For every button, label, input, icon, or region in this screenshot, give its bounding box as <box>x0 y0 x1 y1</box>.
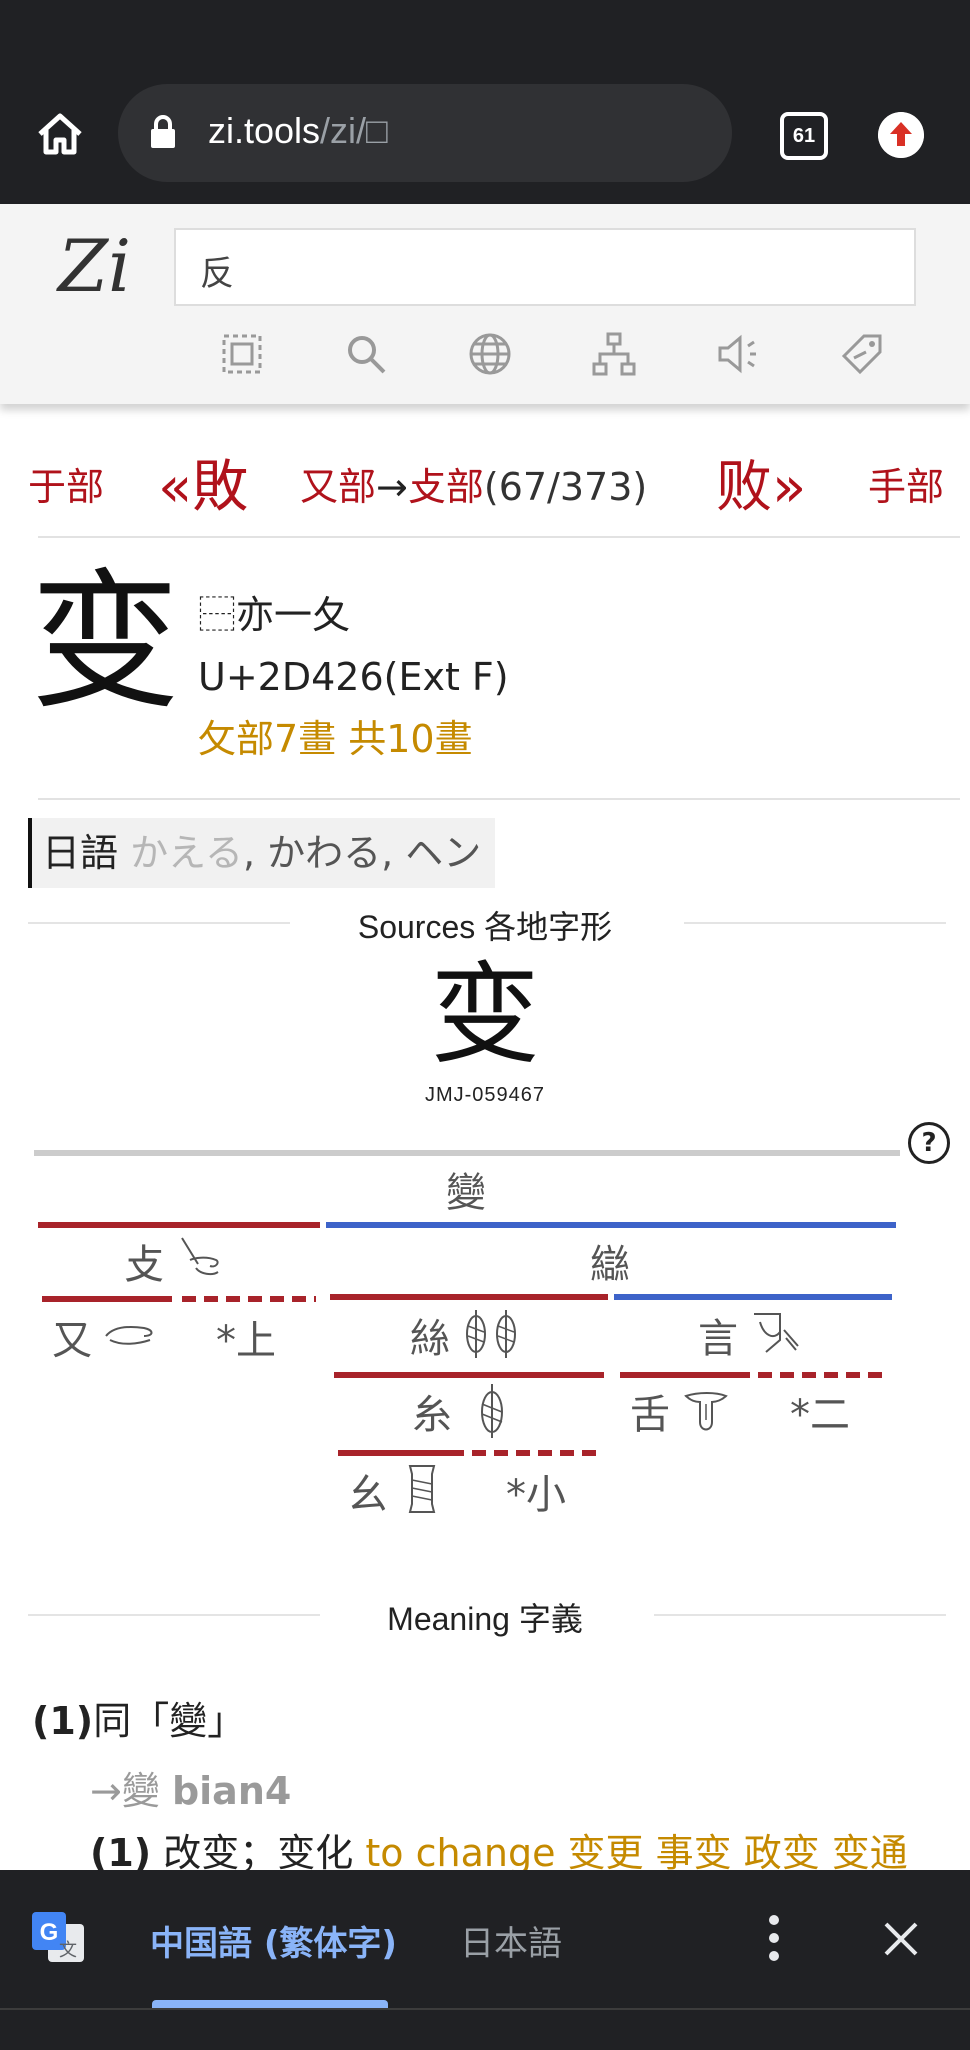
sense-number: (1) <box>90 1831 152 1875</box>
speaker-icon[interactable] <box>706 322 770 386</box>
component-shang[interactable]: *上 <box>216 1308 276 1366</box>
ids-sequence: ⿱亦一夂 <box>198 593 351 637</box>
japanese-readings: 日語 かえる, かわる, ヘン <box>28 818 496 888</box>
branch-bar-dashed <box>758 1372 890 1378</box>
branch-bar-dashed <box>182 1296 316 1302</box>
status-bar <box>0 0 970 84</box>
radical-position: (67/373) <box>483 465 648 509</box>
radical-arrow: → <box>376 465 408 509</box>
radical-nav: 于部 «敗 又部→攴部(67/373) 败» 手部 <box>0 448 970 520</box>
ref-arrow: → <box>90 1769 122 1813</box>
branch-bar-dashed <box>472 1450 600 1456</box>
tool-row <box>190 322 910 386</box>
next-radical-link[interactable]: 手部 <box>868 456 944 511</box>
svg-text:G: G <box>40 1919 59 1946</box>
component-er[interactable]: *二 <box>790 1382 850 1440</box>
branch-bar <box>326 1222 896 1228</box>
update-icon[interactable] <box>878 112 924 158</box>
translate-bar: G 文 中国語 (繁体字) 日本語 <box>0 1870 970 2008</box>
tab-target-language[interactable]: 日本語 <box>460 1916 562 1965</box>
branch-bar <box>38 1222 320 1228</box>
url-bar[interactable]: zi.tools/zi/□ <box>118 84 732 182</box>
more-vert-icon[interactable] <box>756 1910 792 1966</box>
tongue-icon <box>684 1392 728 1431</box>
sources-title: Sources 各地字形 <box>357 909 613 945</box>
globe-icon[interactable] <box>458 322 522 386</box>
entry-text: 同「變」 <box>93 1699 246 1743</box>
radical-link-a[interactable]: 又部 <box>300 465 376 509</box>
home-icon[interactable] <box>30 104 90 164</box>
branch-bar <box>620 1372 750 1378</box>
prev-char-link[interactable]: «敗 <box>158 442 248 523</box>
search-value: 反 <box>200 254 234 294</box>
sense-text: 改变；变化 <box>163 1831 354 1875</box>
component-yao[interactable]: 幺 <box>348 1462 388 1520</box>
url-path: /zi/□ <box>320 110 388 151</box>
svg-text:文: 文 <box>59 1940 77 1961</box>
tab-indicator <box>152 2000 388 2008</box>
browser-toolbar: zi.tools/zi/□ 61 <box>0 84 970 204</box>
branch-bar <box>614 1294 892 1300</box>
system-nav-bar <box>0 2008 970 2050</box>
url-text: zi.tools/zi/□ <box>208 110 388 152</box>
source-glyph: 变 <box>430 951 540 1079</box>
tab-source-language[interactable]: 中国語 (繁体字) <box>150 1916 397 1965</box>
codepoint: U+2D426(Ext F) <box>198 655 509 699</box>
site-header: Zi 反 <box>0 204 970 404</box>
component-she[interactable]: 舌 <box>630 1382 670 1440</box>
component-pu[interactable]: 攴 <box>124 1232 164 1290</box>
meaning-reference[interactable]: →變 bian4 <box>90 1760 291 1815</box>
branch-bar <box>334 1372 604 1378</box>
entry-number: (1) <box>32 1699 94 1743</box>
branch-bar <box>338 1450 464 1456</box>
meaning-title: Meaning 字義 <box>387 1601 583 1637</box>
component-you[interactable]: 又 <box>52 1308 92 1366</box>
radical-link-b[interactable]: 攴部 <box>408 465 484 509</box>
reading-faded: かえる <box>130 831 243 875</box>
tag-icon[interactable] <box>830 322 894 386</box>
ref-pinyin: bian4 <box>171 1769 292 1813</box>
component-mi[interactable]: 糸 <box>412 1382 452 1440</box>
branch-bar <box>42 1296 172 1302</box>
site-logo[interactable]: Zi <box>58 224 131 308</box>
prev-radical-link[interactable]: 于部 <box>28 456 104 511</box>
stroke-count[interactable]: 攵部7畫 共10畫 <box>198 708 509 770</box>
url-host: zi.tools <box>208 110 321 151</box>
tree-icon[interactable] <box>582 322 646 386</box>
meaning-sense: (1) 改变；变化 to change 变更 事变 政变 变通 <box>90 1822 908 1877</box>
component-luan[interactable]: 䜌 <box>590 1232 630 1290</box>
character-info: ⿱亦一夂 U+2D426(Ext F) 攵部7畫 共10畫 <box>198 584 509 770</box>
branch-bar <box>330 1294 608 1300</box>
decomposition-tree: 變 攴 䜌 又 *上 絲 言 糸 舌 *二 幺 *小 <box>0 1100 970 1520</box>
search-input[interactable]: 反 <box>174 228 916 306</box>
silk-spool-icon <box>481 1384 503 1438</box>
search-icon[interactable] <box>334 322 398 386</box>
meaning-entry: (1)同「變」 <box>32 1690 245 1745</box>
component-yan[interactable]: 言 <box>698 1306 738 1364</box>
tab-switcher-button[interactable]: 61 <box>780 112 828 160</box>
divider <box>38 798 960 800</box>
google-translate-icon[interactable]: G 文 <box>30 1910 88 1968</box>
root-bar <box>34 1150 900 1156</box>
sense-gloss: to change 变更 事变 政变 变通 <box>365 1831 908 1875</box>
hand-stick-icon <box>181 1237 219 1276</box>
divider <box>38 536 960 538</box>
thread-spool-icon <box>408 1465 436 1513</box>
silk-spools-icon <box>466 1310 516 1358</box>
reading-list: , かわる, ヘン <box>242 831 482 875</box>
ref-char: 變 <box>121 1769 160 1813</box>
component-si[interactable]: 絲 <box>410 1306 450 1364</box>
japanese-label: 日語 <box>42 831 119 875</box>
root-component[interactable]: 變 <box>446 1160 486 1218</box>
mouth-speech-icon <box>754 1313 799 1353</box>
component-xiao[interactable]: *小 <box>506 1462 566 1520</box>
radical-path: 又部→攴部(67/373) <box>300 456 647 511</box>
close-icon[interactable] <box>876 1914 926 1964</box>
next-char-link[interactable]: 败» <box>716 442 806 523</box>
hand-icon <box>105 1326 153 1345</box>
main-character: 变 <box>30 556 181 730</box>
select-icon[interactable] <box>210 322 274 386</box>
lock-icon <box>151 115 175 148</box>
